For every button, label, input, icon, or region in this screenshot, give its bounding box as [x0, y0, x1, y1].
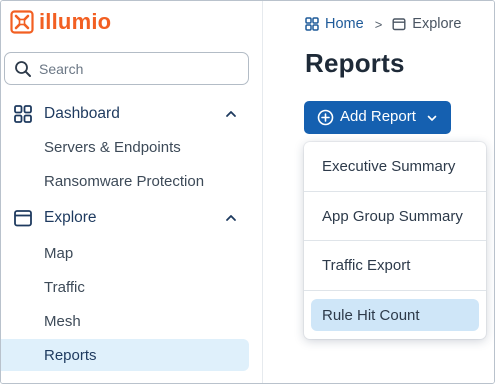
brand-logo[interactable]: illumio	[10, 9, 111, 35]
search-icon	[15, 60, 31, 77]
plus-circle-icon	[317, 109, 334, 126]
dashboard-grid-icon	[14, 105, 32, 123]
menu-item-rule-hit-count[interactable]: Rule Hit Count	[311, 299, 479, 331]
explore-box-icon	[14, 210, 32, 227]
add-report-label: Add Report	[340, 108, 416, 125]
chevron-up-icon[interactable]	[224, 211, 238, 225]
sidebar: illumio Dashboard Servers & Endpoints	[1, 1, 263, 383]
sidebar-section-dashboard[interactable]: Dashboard	[1, 98, 263, 130]
sidebar-section-label: Dashboard	[44, 105, 120, 122]
sidebar-section-label: Explore	[44, 209, 97, 226]
search-input[interactable]	[39, 60, 229, 77]
breadcrumb-home-link[interactable]: Home	[325, 16, 364, 32]
menu-item-app-group-summary[interactable]: App Group Summary	[304, 192, 486, 241]
menu-item-label: App Group Summary	[322, 208, 463, 225]
menu-divider	[304, 290, 486, 291]
chevron-down-icon	[427, 115, 437, 121]
search-box[interactable]	[4, 52, 249, 85]
sidebar-item-label: Reports	[44, 346, 97, 364]
menu-item-traffic-export[interactable]: Traffic Export	[304, 241, 486, 290]
sidebar-section-explore[interactable]: Explore	[1, 202, 263, 234]
breadcrumb-separator: >	[374, 16, 383, 32]
sidebar-item-mesh[interactable]: Mesh	[1, 305, 249, 337]
explore-box-icon	[392, 18, 406, 31]
app-window: illumio Dashboard Servers & Endpoints	[0, 0, 495, 384]
menu-item-label: Traffic Export	[322, 257, 411, 274]
sidebar-item-label: Map	[44, 244, 74, 262]
add-report-menu: Executive Summary App Group Summary Traf…	[304, 142, 486, 339]
chevron-up-icon[interactable]	[224, 107, 238, 121]
breadcrumb: Home > Explore	[305, 14, 461, 34]
home-grid-icon	[305, 17, 319, 31]
sidebar-item-label: Traffic	[44, 278, 85, 296]
sidebar-item-ransomware-protection[interactable]: Ransomware Protection	[1, 165, 249, 197]
menu-item-label: Rule Hit Count	[322, 306, 420, 324]
illumio-logo-icon	[10, 10, 34, 34]
sidebar-item-servers-endpoints[interactable]: Servers & Endpoints	[1, 131, 249, 163]
sidebar-item-traffic[interactable]: Traffic	[1, 271, 249, 303]
sidebar-item-label: Ransomware Protection	[44, 172, 205, 190]
page-title: Reports	[305, 48, 405, 78]
breadcrumb-current: Explore	[412, 16, 462, 32]
brand-name: illumio	[39, 9, 112, 34]
menu-item-label: Executive Summary	[322, 158, 456, 175]
menu-item-executive-summary[interactable]: Executive Summary	[304, 142, 486, 191]
add-report-button[interactable]: Add Report	[304, 101, 451, 134]
sidebar-item-label: Mesh	[44, 312, 81, 330]
sidebar-item-reports[interactable]: Reports	[1, 339, 249, 371]
sidebar-item-label: Servers & Endpoints	[44, 138, 181, 156]
sidebar-item-map[interactable]: Map	[1, 237, 249, 269]
